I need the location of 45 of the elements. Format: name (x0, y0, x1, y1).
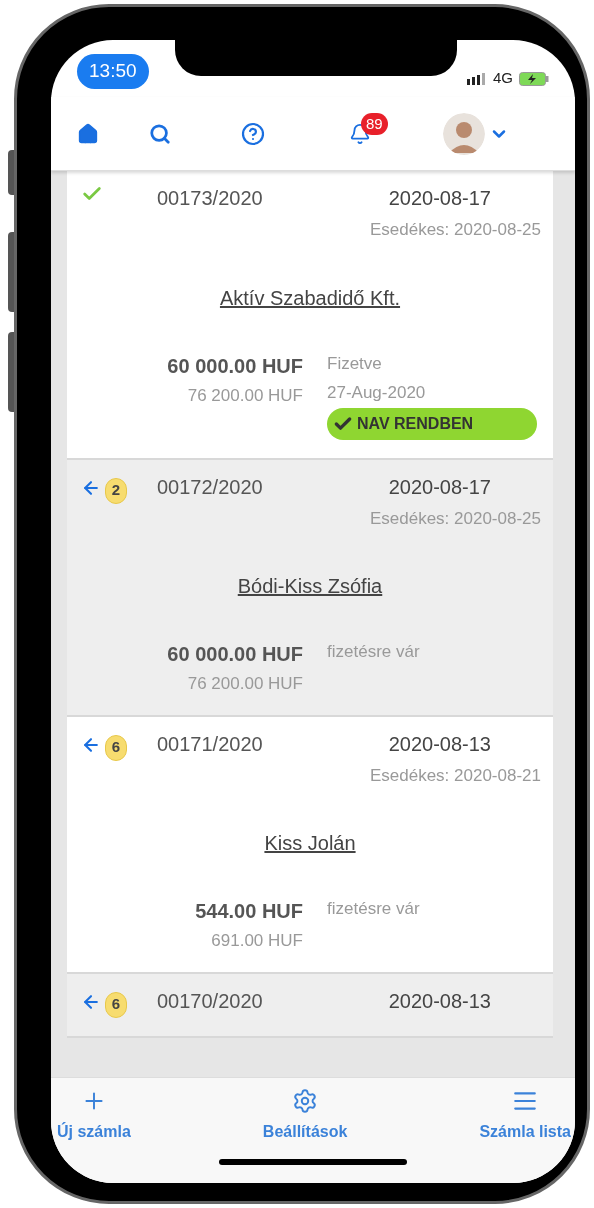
signal-icon (467, 72, 487, 85)
avatar[interactable] (443, 112, 485, 155)
payment-status: fizetésre vár (327, 641, 420, 663)
customer-link[interactable]: Bódi-Kiss Zsófia (237, 571, 383, 601)
due-date: Esedékes: 2020-08-25 (369, 219, 541, 241)
invoice-date: 2020-08-17 (388, 186, 491, 211)
tab-bar-item[interactable]: Új számla (55, 1088, 133, 1144)
invoice-date: 2020-08-13 (388, 988, 491, 1014)
invoice-card[interactable]: 2 00172/2020 2020-08-17 Esedékes: 2020-08-25 Bódi-Kiss Zsófia 60 000.00 HUF 76 200.00 HUF fizetésre vár (67, 459, 553, 717)
invoice-card[interactable]: 6 00170/2020 2020-08-13 (67, 973, 553, 1038)
invoice-date: 2020-08-17 (388, 474, 491, 500)
invoice-number: 00171/2020 (157, 731, 264, 757)
invoice-number: 00172/2020 (157, 474, 264, 500)
net-amount: 60 000.00 HUF (167, 642, 303, 667)
invoice-card[interactable]: 6 00171/2020 2020-08-13 Esedékes: 2020-08-21 Kiss Jolán 544.00 HUF 691.00 HUF fizetésre vár (67, 716, 553, 974)
payment-date: 27-Aug-2020 (327, 382, 426, 404)
time-pill: 13:50 (77, 54, 149, 89)
payment-status: fizetésre vár (327, 898, 420, 920)
invoice-number: 00173/2020 (157, 186, 264, 211)
network-label: 4G (493, 68, 513, 89)
notification-badge: 89 (361, 112, 388, 135)
net-amount: 544.00 HUF (195, 899, 303, 924)
due-date: Esedékes: 2020-08-21 (369, 764, 541, 787)
gross-amount: 76 200.00 HUF (187, 384, 303, 407)
customer-link[interactable]: Aktív Szabadidő Kft. (219, 282, 401, 313)
customer-link[interactable]: Kiss Jolán (264, 828, 356, 858)
net-amount: 60 000.00 HUF (167, 353, 303, 379)
search-icon[interactable] (149, 122, 171, 145)
tab-bar-item[interactable]: Számla lista (477, 1088, 573, 1144)
battery-icon (519, 71, 549, 86)
nav-status-badge: NAV RENDBEN (327, 407, 537, 440)
settings-icon (292, 1088, 319, 1114)
gross-amount: 691.00 HUF (211, 930, 303, 952)
invoice-card[interactable]: 00173/2020 2020-08-17 Esedékes: 2020-08-25 Aktív Szabadidő Kft. 60 000.00 HUF 76 200.00 HUF Fizetve 27-Aug-2020 NAV RENDBEN (67, 171, 553, 460)
tab-bar-item[interactable]: Beállítások (260, 1088, 350, 1144)
help-icon[interactable] (241, 121, 265, 146)
gross-amount: 76 200.00 HUF (187, 673, 303, 695)
count-badge: 6 (105, 991, 127, 1018)
count-badge: 6 (105, 734, 127, 761)
due-date: Esedékes: 2020-08-25 (369, 507, 541, 530)
invoice-date: 2020-08-13 (388, 731, 491, 757)
payment-status: Fizetve (327, 352, 382, 375)
invoice-number: 00170/2020 (157, 988, 264, 1014)
home-icon[interactable] (77, 122, 99, 145)
count-badge: 2 (105, 477, 127, 504)
